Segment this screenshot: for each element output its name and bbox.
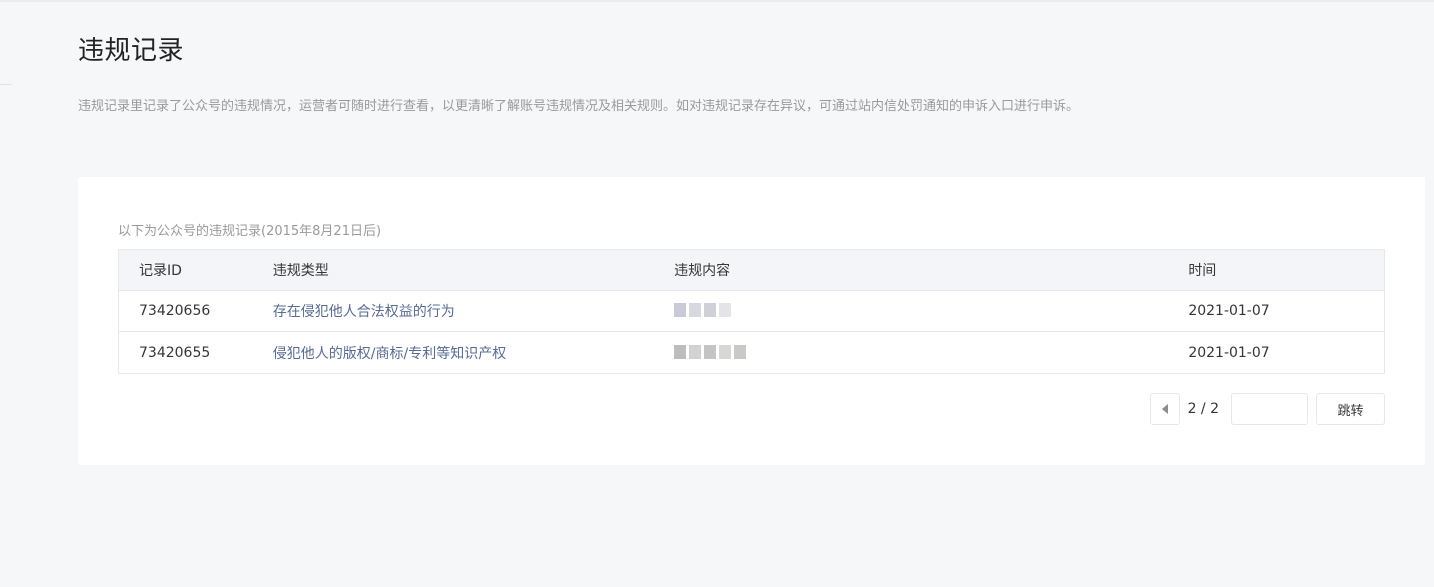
page-number-input[interactable] [1231, 393, 1308, 425]
jump-button[interactable]: 跳转 [1316, 393, 1385, 425]
left-divider [0, 84, 12, 85]
record-time: 2021-01-07 [1188, 303, 1270, 319]
header-time: 时间 [1188, 263, 1217, 279]
table-header-row: 记录ID 违规类型 违规内容 时间 [119, 250, 1384, 291]
record-id: 73420656 [139, 303, 211, 319]
table-row: 73420656 存在侵犯他人合法权益的行为 2021-01-07 [119, 291, 1384, 332]
page-title: 违规记录 [78, 36, 185, 66]
pagination: 2 / 2 跳转 [1149, 393, 1385, 425]
prev-page-button[interactable] [1149, 393, 1180, 425]
arrow-left-icon [1161, 404, 1168, 414]
records-card: 以下为公众号的违规记录(2015年8月21日后) 记录ID 违规类型 违规内容 … [78, 177, 1425, 465]
violation-table: 记录ID 违规类型 违规内容 时间 73420656 存在侵犯他人合法权益的行为… [118, 249, 1385, 374]
violation-content-redacted [674, 332, 1188, 373]
header-violation-type: 违规类型 [272, 263, 329, 279]
record-time: 2021-01-07 [1188, 344, 1270, 361]
page-indicator: 2 / 2 [1187, 401, 1219, 417]
violation-content-redacted [674, 291, 1188, 331]
violation-type-link[interactable]: 侵犯他人的版权/商标/专利等知识产权 [273, 343, 674, 363]
page-description: 违规记录里记录了公众号的违规情况，运营者可随时进行查看，以更清晰了解账号违规情况… [78, 99, 1080, 114]
record-id: 73420655 [139, 344, 211, 361]
table-row: 73420655 侵犯他人的版权/商标/专利等知识产权 2021-01-07 [119, 332, 1384, 373]
table-caption: 以下为公众号的违规记录(2015年8月21日后) [118, 224, 382, 239]
redacted-blur [674, 303, 734, 319]
top-border [0, 0, 1434, 2]
redacted-blur [674, 344, 749, 361]
header-violation-content: 违规内容 [674, 263, 731, 279]
header-record-id: 记录ID [139, 263, 182, 279]
violation-type-link[interactable]: 存在侵犯他人合法权益的行为 [273, 301, 674, 321]
